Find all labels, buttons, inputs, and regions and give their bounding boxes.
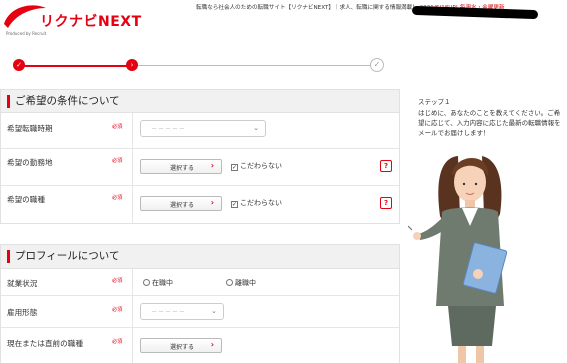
step-title: ステップ１ [418, 98, 451, 106]
field-label: 希望の勤務地 [7, 158, 53, 167]
desired-timing-select[interactable]: －－－－－ ⌄ [140, 120, 266, 137]
desired-timing-row: 希望転職時期 必須 －－－－－ ⌄ [1, 113, 399, 149]
select-placeholder: －－－－－ [151, 126, 187, 133]
required-badge: 必須 [112, 307, 123, 313]
location-help-button[interactable]: ? [380, 160, 392, 172]
radio-label: 在職中 [152, 279, 173, 287]
logo-subtext: Produced by Recruit [6, 31, 47, 36]
chevron-down-icon: ⌄ [211, 307, 217, 315]
required-badge: 必須 [112, 339, 123, 345]
redaction-mark [411, 5, 539, 20]
job-no-preference-checkbox[interactable]: ✓ こだわらない [231, 198, 282, 208]
field-label: 希望の職種 [7, 195, 45, 204]
required-badge: 必須 [112, 195, 123, 201]
required-badge: 必須 [112, 158, 123, 164]
employment-type-select[interactable]: －－－－－ ⌄ [140, 303, 224, 320]
checkbox-checked-icon: ✓ [231, 164, 238, 171]
button-label: 選択する [170, 344, 195, 351]
required-badge: 必須 [112, 124, 123, 130]
employment-status-row: 就業状況 必須 在職中 離職中 [1, 269, 399, 296]
field-label: 雇用形態 [7, 308, 38, 317]
button-label: 選択する [170, 165, 195, 172]
registration-page: リクナビNEXT Produced by Recruit 転職なら社会人のための… [0, 0, 567, 363]
chevron-right-icon: › [210, 340, 214, 349]
field-label: 就業状況 [7, 279, 38, 288]
select-job-button[interactable]: 選択する › [140, 196, 222, 211]
checkbox-checked-icon: ✓ [231, 201, 238, 208]
chevron-down-icon: ⌄ [253, 124, 259, 132]
location-no-preference-checkbox[interactable]: ✓ こだわらない [231, 161, 282, 171]
chevron-right-icon: › [210, 161, 214, 170]
tagline-text: 転職なら社会人のための転職サイト【リクナビNEXT】｜求人、転職に関する情報満載… [196, 5, 418, 11]
preferences-section: ご希望の条件について 希望転職時期 必須 －－－－－ ⌄ 希望の勤務地 必須 選… [0, 89, 400, 224]
step-1-check-icon: ✓ [13, 59, 25, 71]
desired-job-row: 希望の職種 必須 選択する › ✓ こだわらない ? [1, 186, 399, 224]
checkbox-label: こだわらない [240, 199, 282, 207]
required-badge: 必須 [112, 278, 123, 284]
profile-section: プロフィールについて 就業状況 必須 在職中 離職中 雇用形態 必須 －－－－－… [0, 244, 400, 363]
employment-type-row: 雇用形態 必須 －－－－－ ⌄ [1, 296, 399, 328]
section-title: ご希望の条件について [15, 95, 120, 107]
rikunabi-next-logo[interactable]: リクナビNEXT Produced by Recruit [2, 2, 141, 42]
progress-line-complete [22, 65, 134, 67]
employed-radio[interactable]: 在職中 [143, 278, 173, 288]
chevron-right-icon: › [210, 198, 214, 207]
job-help-button[interactable]: ? [380, 197, 392, 209]
field-label: 希望転職時期 [7, 124, 53, 133]
step-description: はじめに、あなたのことを教えてください。ご希望に応じて、入力内容に応じた最新の転… [418, 109, 561, 137]
section-accent-bar [7, 95, 10, 108]
section-title: プロフィールについて [15, 250, 120, 262]
radio-label: 離職中 [235, 279, 256, 287]
guide-woman-illustration [408, 156, 508, 363]
profile-header: プロフィールについて [1, 245, 399, 269]
radio-circle-icon [226, 279, 233, 286]
checkbox-label: こだわらない [240, 162, 282, 170]
current-job-row: 現在または直前の職種 必須 選択する › [1, 328, 399, 363]
radio-circle-icon [143, 279, 150, 286]
field-label: 現在または直前の職種 [7, 339, 83, 348]
section-accent-bar [7, 250, 10, 263]
step-3-check-icon: ✓ [370, 58, 384, 72]
select-current-job-button[interactable]: 選択する › [140, 338, 222, 353]
button-label: 選択する [170, 202, 195, 209]
preferences-header: ご希望の条件について [1, 90, 399, 113]
unemployed-radio[interactable]: 離職中 [226, 278, 256, 288]
select-location-button[interactable]: 選択する › [140, 159, 222, 174]
desired-location-row: 希望の勤務地 必須 選択する › ✓ こだわらない ? [1, 149, 399, 186]
logo-text: リクナビNEXT [40, 14, 142, 30]
step-2-chevron-right-icon: › [126, 59, 138, 71]
progress-line-pending [138, 65, 376, 66]
select-placeholder: －－－－－ [151, 309, 187, 316]
